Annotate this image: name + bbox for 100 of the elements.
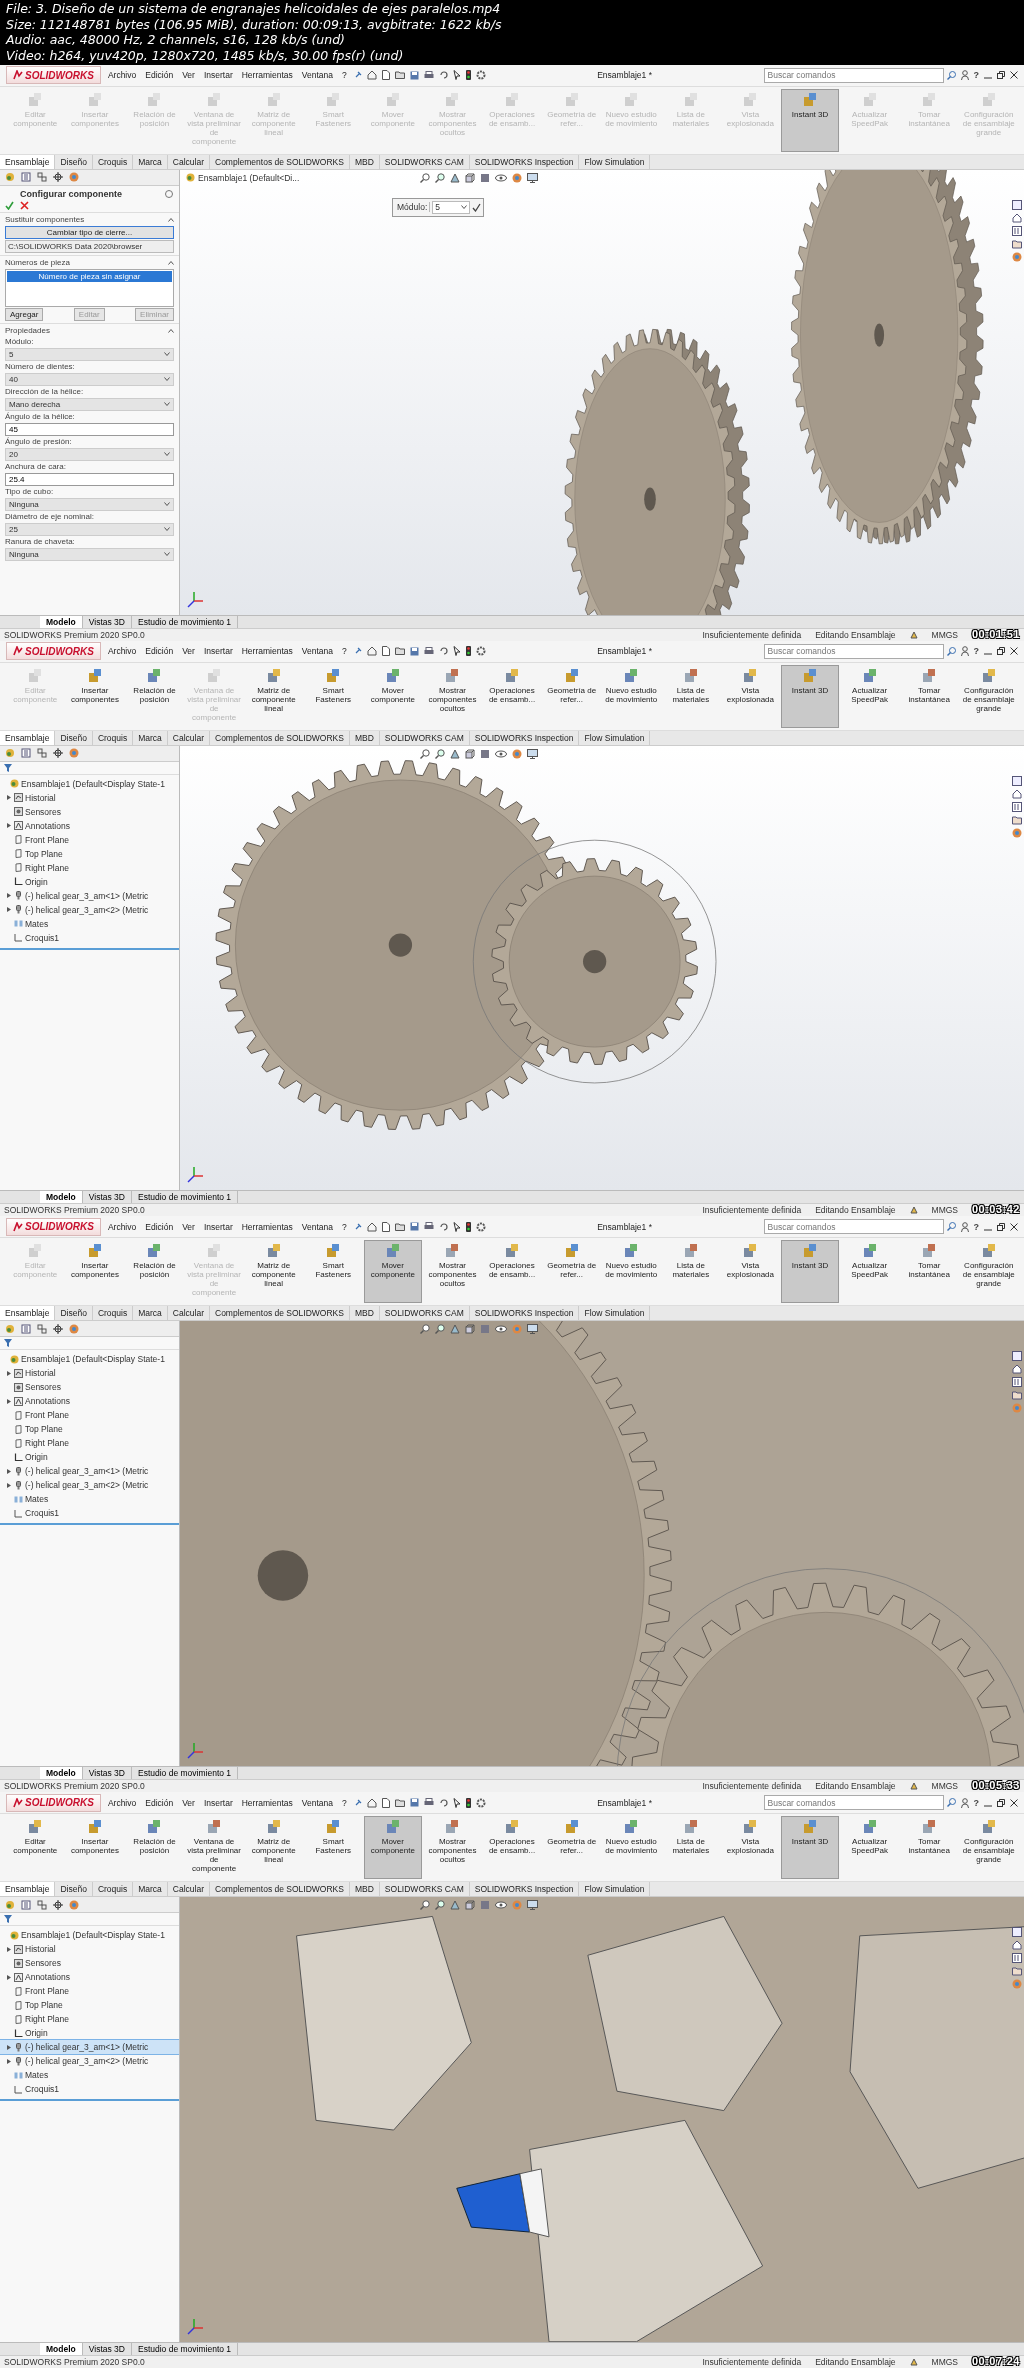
tree-item[interactable]: Front Plane — [0, 1408, 179, 1423]
property-list-icon[interactable] — [21, 1899, 31, 1910]
tree-item[interactable]: Annotations — [0, 818, 179, 833]
ribbon-button[interactable]: Instant 3D — [780, 664, 840, 728]
ribbon-button[interactable]: Ventana de vista preliminar de componente — [184, 1816, 244, 1880]
pin-icon[interactable] — [353, 71, 362, 80]
cursor-icon[interactable] — [452, 70, 461, 81]
section-view-icon[interactable] — [450, 1900, 460, 1911]
units-text[interactable]: MMGS — [931, 1781, 958, 1792]
ribbon-button[interactable]: Relación de posición — [125, 1240, 184, 1304]
ribbon-button[interactable]: Configuración de ensamblaje grande — [959, 1240, 1019, 1304]
tree-item[interactable]: Origin — [0, 2026, 179, 2041]
units-text[interactable]: MMGS — [931, 2356, 958, 2367]
ribbon-button[interactable]: Geometría de refer... — [542, 664, 601, 728]
tree-item[interactable]: Top Plane — [0, 1998, 179, 2013]
tree-item[interactable]: Right Plane — [0, 2012, 179, 2027]
ribbon-button[interactable]: Insertar componentes — [65, 1240, 125, 1304]
home-icon[interactable] — [366, 1221, 377, 1232]
menu-item[interactable]: Ventana — [299, 1797, 335, 1808]
tab[interactable]: Marca — [133, 730, 168, 745]
tab[interactable]: Vistas 3D — [82, 2342, 132, 2355]
ribbon-button[interactable]: Mover componente — [363, 1240, 423, 1304]
home-icon[interactable] — [366, 1797, 377, 1808]
eye-icon[interactable] — [495, 173, 507, 182]
save-icon[interactable] — [409, 1222, 419, 1232]
configuration-icon[interactable] — [37, 1899, 47, 1910]
tree-item[interactable]: Sensores — [0, 1956, 179, 1971]
user-icon[interactable] — [960, 70, 969, 81]
ribbon-button[interactable]: Relación de posición — [125, 1816, 184, 1880]
cursor-icon[interactable] — [452, 1797, 461, 1808]
menu-item[interactable]: Herramientas — [239, 646, 295, 657]
ribbon-button[interactable]: Configuración de ensamblaje grande — [959, 664, 1019, 728]
ribbon-button[interactable]: Insertar componentes — [65, 1816, 125, 1880]
resources-icon[interactable] — [1012, 775, 1022, 786]
search-field[interactable]: Buscar comandos — [763, 1219, 944, 1235]
appearance-icon[interactable] — [69, 172, 79, 183]
tree-item[interactable]: Top Plane — [0, 1422, 179, 1437]
zoom-fit-icon[interactable] — [420, 1900, 430, 1911]
monitor-icon[interactable] — [527, 748, 538, 759]
appearance-icon[interactable] — [512, 172, 522, 183]
tree-item[interactable]: Right Plane — [0, 1436, 179, 1451]
tab[interactable]: SOLIDWORKS CAM — [379, 1306, 470, 1321]
feature-tree-icon[interactable] — [5, 172, 15, 183]
ribbon-button[interactable]: Smart Fasteners — [303, 664, 363, 728]
property-list-icon[interactable] — [21, 748, 31, 759]
tab[interactable]: Complementos de SOLIDWORKS — [210, 1306, 350, 1321]
menu-item[interactable]: Ver — [180, 646, 197, 657]
ribbon-button[interactable]: Actualizar SpeedPak — [840, 1816, 899, 1880]
filter-icon[interactable] — [4, 763, 12, 772]
section-view-icon[interactable] — [450, 1324, 460, 1335]
configuration-icon[interactable] — [37, 1323, 47, 1334]
tree-item[interactable]: Sensores — [0, 1380, 179, 1395]
traffic-light-icon[interactable] — [465, 70, 471, 81]
tab[interactable]: Calcular — [167, 1882, 210, 1897]
feature-tree-icon[interactable] — [5, 1323, 15, 1334]
tab[interactable]: Complementos de SOLIDWORKS — [210, 1882, 350, 1897]
zoom-area-icon[interactable] — [435, 1900, 445, 1911]
traffic-light-icon[interactable] — [465, 646, 471, 657]
ribbon-button[interactable]: Mover componente — [363, 1816, 423, 1880]
ribbon-button[interactable]: Editar componente — [6, 1816, 65, 1880]
filter-icon[interactable] — [4, 1339, 12, 1348]
zoom-area-icon[interactable] — [435, 748, 445, 759]
tree-item[interactable]: (-) helical gear_3_am<1> (Metric — [0, 1464, 179, 1479]
menu-item[interactable]: Insertar — [201, 1221, 235, 1232]
tree-item[interactable]: (-) helical gear_3_am<1> (Metric — [0, 888, 179, 903]
library-icon[interactable] — [1012, 225, 1022, 236]
search-icon[interactable] — [946, 70, 956, 80]
restore-icon[interactable] — [997, 71, 1005, 80]
folder-icon[interactable] — [1012, 1966, 1022, 1977]
gear-icon[interactable] — [475, 70, 486, 81]
crosshair-icon[interactable] — [53, 1899, 63, 1910]
menu-item[interactable]: Ventana — [299, 1221, 335, 1232]
search-field[interactable]: Buscar comandos — [763, 643, 944, 659]
check-icon[interactable] — [5, 200, 14, 210]
ribbon-button[interactable]: Instant 3D — [780, 88, 840, 152]
gear-icon[interactable] — [475, 1797, 486, 1808]
dropdown[interactable]: Ninguna — [5, 547, 174, 561]
tree-item[interactable]: Front Plane — [0, 832, 179, 847]
ribbon-button[interactable]: Matriz de componente lineal — [244, 1816, 303, 1880]
tab[interactable]: MBD — [349, 154, 380, 169]
tab[interactable]: SOLIDWORKS CAM — [379, 1882, 470, 1897]
user-icon[interactable] — [960, 646, 969, 657]
zoom-fit-icon[interactable] — [420, 172, 430, 183]
file-icon[interactable] — [381, 646, 390, 657]
tree-item[interactable]: (-) helical gear_3_am<2> (Metric — [0, 1478, 179, 1493]
monitor-icon[interactable] — [527, 1900, 538, 1911]
ribbon-button[interactable]: Tomar instantánea — [899, 1240, 959, 1304]
undo-icon[interactable] — [438, 71, 448, 80]
cursor-icon[interactable] — [452, 1221, 461, 1232]
zoom-fit-icon[interactable] — [420, 1324, 430, 1335]
menu-item[interactable]: Ver — [180, 1221, 197, 1232]
folder-icon[interactable] — [1012, 1390, 1022, 1401]
resources-icon[interactable] — [1012, 1927, 1022, 1938]
ribbon-button[interactable]: Matriz de componente lineal — [244, 1240, 303, 1304]
tree-item[interactable]: Right Plane — [0, 860, 179, 875]
help-menu[interactable]: ? — [973, 1797, 979, 1808]
property-list-icon[interactable] — [21, 172, 31, 183]
menu-item[interactable]: ? — [339, 1221, 349, 1232]
ribbon-button[interactable]: Operaciones de ensamb... — [482, 664, 542, 728]
close-icon[interactable] — [1010, 1798, 1018, 1807]
